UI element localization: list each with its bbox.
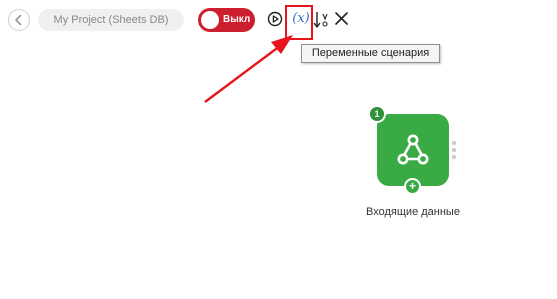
add-module-button[interactable]: +	[404, 178, 421, 195]
annotation-arrow	[204, 35, 293, 103]
module-badge: 1	[368, 105, 386, 123]
webhook-icon	[397, 134, 429, 165]
drag-handle-icon[interactable]	[451, 140, 457, 160]
module-label: Входящие данные	[366, 206, 460, 218]
